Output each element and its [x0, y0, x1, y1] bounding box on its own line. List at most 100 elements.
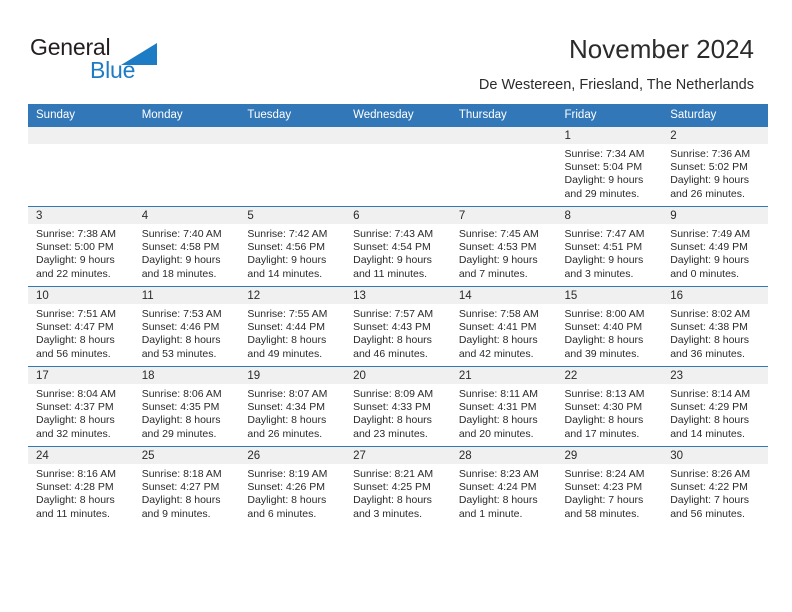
day-number: 13	[345, 287, 451, 304]
day-number: 26	[239, 447, 346, 464]
sunset-text: Sunset: 4:31 PM	[458, 401, 537, 414]
sunrise-text: Sunrise: 8:18 AM	[141, 468, 222, 480]
sunset-text: Sunset: 4:24 PM	[458, 481, 537, 494]
calendar-day-cell: 17 Sunrise: 8:04 AM Sunset: 4:37 PM Dayligh…	[28, 366, 134, 447]
day-details: Sunrise: 8:04 AM Sunset: 4:37 PM Daylight:…	[28, 384, 134, 441]
day-details: Sunrise: 7:49 AM Sunset: 4:49 PM Daylight:…	[662, 224, 768, 281]
day-number: 22	[556, 367, 663, 384]
sunrise-text: Sunrise: 8:13 AM	[564, 388, 645, 400]
day-details: Sunrise: 7:43 AM Sunset: 4:54 PM Daylight:…	[345, 224, 451, 281]
sunrise-text: Sunrise: 7:47 AM	[564, 228, 645, 240]
day-number-band	[450, 127, 557, 144]
day-number: 1	[556, 127, 663, 144]
daylight-text: Daylight: 8 hours and 6 minutes.	[247, 494, 327, 520]
sunset-text: Sunset: 4:53 PM	[458, 241, 537, 254]
daylight-text: Daylight: 8 hours and 14 minutes.	[670, 414, 750, 440]
day-number: 24	[28, 447, 134, 464]
calendar-day-cell: 1 Sunrise: 7:34 AM Sunset: 5:04 PM Daylight…	[556, 126, 663, 207]
sunset-text: Sunset: 4:54 PM	[353, 241, 431, 254]
daylight-text: Daylight: 8 hours and 32 minutes.	[36, 414, 115, 440]
sunrise-text: Sunrise: 8:26 AM	[670, 468, 751, 480]
calendar-cell-empty	[28, 126, 134, 207]
calendar-cell-empty	[239, 126, 346, 207]
daylight-text: Daylight: 8 hours and 29 minutes.	[141, 414, 221, 440]
sunrise-text: Sunrise: 7:51 AM	[36, 308, 116, 320]
weekday-header-monday: Monday	[133, 104, 240, 127]
sunrise-text: Sunrise: 8:14 AM	[670, 388, 751, 400]
weekday-header-tuesday: Tuesday	[239, 104, 346, 127]
day-details: Sunrise: 8:26 AM Sunset: 4:22 PM Daylight:…	[662, 464, 768, 521]
daylight-text: Daylight: 9 hours and 22 minutes.	[36, 254, 115, 280]
calendar-day-cell: 13 Sunrise: 7:57 AM Sunset: 4:43 PM Dayligh…	[345, 286, 451, 367]
weekday-header-wednesday: Wednesday	[345, 104, 451, 127]
day-number: 8	[556, 207, 663, 224]
sunset-text: Sunset: 4:44 PM	[247, 321, 326, 334]
daylight-text: Daylight: 8 hours and 9 minutes.	[141, 494, 221, 520]
sunrise-text: Sunrise: 7:40 AM	[141, 228, 222, 240]
sunrise-text: Sunrise: 8:06 AM	[141, 388, 222, 400]
sunset-text: Sunset: 4:47 PM	[36, 321, 114, 334]
daylight-text: Daylight: 9 hours and 7 minutes.	[458, 254, 538, 280]
sunset-text: Sunset: 4:35 PM	[141, 401, 220, 414]
sunrise-text: Sunrise: 7:38 AM	[36, 228, 116, 240]
calendar-day-cell: 2 Sunrise: 7:36 AM Sunset: 5:02 PM Daylight…	[662, 126, 768, 207]
day-number: 29	[556, 447, 663, 464]
day-number: 25	[133, 447, 240, 464]
sunrise-text: Sunrise: 7:36 AM	[670, 148, 751, 160]
calendar-cell-empty	[450, 126, 557, 207]
calendar-day-cell: 11 Sunrise: 7:53 AM Sunset: 4:46 PM Dayligh…	[133, 286, 240, 367]
daylight-text: Daylight: 9 hours and 0 minutes.	[670, 254, 750, 280]
sunset-text: Sunset: 4:23 PM	[564, 481, 643, 494]
calendar-day-cell: 12 Sunrise: 7:55 AM Sunset: 4:44 PM Dayligh…	[239, 286, 346, 367]
calendar-day-cell: 27 Sunrise: 8:21 AM Sunset: 4:25 PM Dayligh…	[345, 446, 451, 526]
day-details: Sunrise: 7:58 AM Sunset: 4:41 PM Daylight:…	[451, 304, 557, 361]
day-number: 16	[662, 287, 768, 304]
day-details: Sunrise: 8:21 AM Sunset: 4:25 PM Daylight:…	[345, 464, 451, 521]
day-details: Sunrise: 8:23 AM Sunset: 4:24 PM Daylight:…	[451, 464, 557, 521]
sunrise-text: Sunrise: 7:57 AM	[353, 308, 434, 320]
day-number: 11	[133, 287, 240, 304]
day-number: 23	[662, 367, 768, 384]
daylight-text: Daylight: 9 hours and 11 minutes.	[353, 254, 432, 280]
day-details: Sunrise: 7:42 AM Sunset: 4:56 PM Daylight:…	[239, 224, 345, 281]
day-number: 6	[345, 207, 451, 224]
calendar-day-cell: 7 Sunrise: 7:45 AM Sunset: 4:53 PM Daylight…	[450, 206, 557, 287]
sunrise-text: Sunrise: 8:11 AM	[458, 388, 538, 400]
daylight-text: Daylight: 8 hours and 3 minutes.	[353, 494, 432, 520]
day-details: Sunrise: 8:14 AM Sunset: 4:29 PM Daylight:…	[662, 384, 768, 441]
brand-logo[interactable]: General Blue	[30, 34, 210, 90]
day-number: 3	[28, 207, 134, 224]
daylight-text: Daylight: 9 hours and 29 minutes.	[564, 174, 644, 200]
day-number: 4	[133, 207, 240, 224]
calendar-day-cell: 19 Sunrise: 8:07 AM Sunset: 4:34 PM Dayligh…	[239, 366, 346, 447]
calendar-day-cell: 8 Sunrise: 7:47 AM Sunset: 4:51 PM Daylight…	[556, 206, 663, 287]
calendar-day-cell: 3 Sunrise: 7:38 AM Sunset: 5:00 PM Daylight…	[28, 206, 134, 287]
calendar-day-cell: 10 Sunrise: 7:51 AM Sunset: 4:47 PM Dayligh…	[28, 286, 134, 367]
day-number-band	[133, 127, 240, 144]
sunset-text: Sunset: 4:46 PM	[141, 321, 220, 334]
daylight-text: Daylight: 8 hours and 49 minutes.	[247, 334, 327, 360]
page-title: November 2024	[569, 34, 754, 64]
calendar-cell-empty	[345, 126, 451, 207]
sunrise-text: Sunrise: 8:00 AM	[564, 308, 645, 320]
day-details: Sunrise: 7:51 AM Sunset: 4:47 PM Daylight:…	[28, 304, 134, 361]
calendar-day-cell: 30 Sunrise: 8:26 AM Sunset: 4:22 PM Dayligh…	[662, 446, 768, 526]
daylight-text: Daylight: 8 hours and 1 minute.	[458, 494, 538, 520]
day-details: Sunrise: 7:57 AM Sunset: 4:43 PM Daylight:…	[345, 304, 451, 361]
daylight-text: Daylight: 7 hours and 58 minutes.	[564, 494, 644, 520]
day-details: Sunrise: 8:07 AM Sunset: 4:34 PM Daylight:…	[239, 384, 345, 441]
daylight-text: Daylight: 8 hours and 42 minutes.	[458, 334, 538, 360]
sunset-text: Sunset: 4:27 PM	[141, 481, 220, 494]
day-number: 19	[239, 367, 346, 384]
calendar-day-cell: 5 Sunrise: 7:42 AM Sunset: 4:56 PM Daylight…	[239, 206, 346, 287]
calendar-day-cell: 4 Sunrise: 7:40 AM Sunset: 4:58 PM Daylight…	[133, 206, 240, 287]
day-details: Sunrise: 7:47 AM Sunset: 4:51 PM Daylight:…	[557, 224, 663, 281]
sunset-text: Sunset: 5:02 PM	[670, 161, 748, 174]
calendar-day-cell: 23 Sunrise: 8:14 AM Sunset: 4:29 PM Dayligh…	[662, 366, 768, 447]
day-number-band	[28, 127, 134, 144]
calendar-day-cell: 9 Sunrise: 7:49 AM Sunset: 4:49 PM Daylight…	[662, 206, 768, 287]
daylight-text: Daylight: 9 hours and 3 minutes.	[564, 254, 644, 280]
sunset-text: Sunset: 4:28 PM	[36, 481, 114, 494]
daylight-text: Daylight: 8 hours and 46 minutes.	[353, 334, 432, 360]
daylight-text: Daylight: 9 hours and 18 minutes.	[141, 254, 221, 280]
